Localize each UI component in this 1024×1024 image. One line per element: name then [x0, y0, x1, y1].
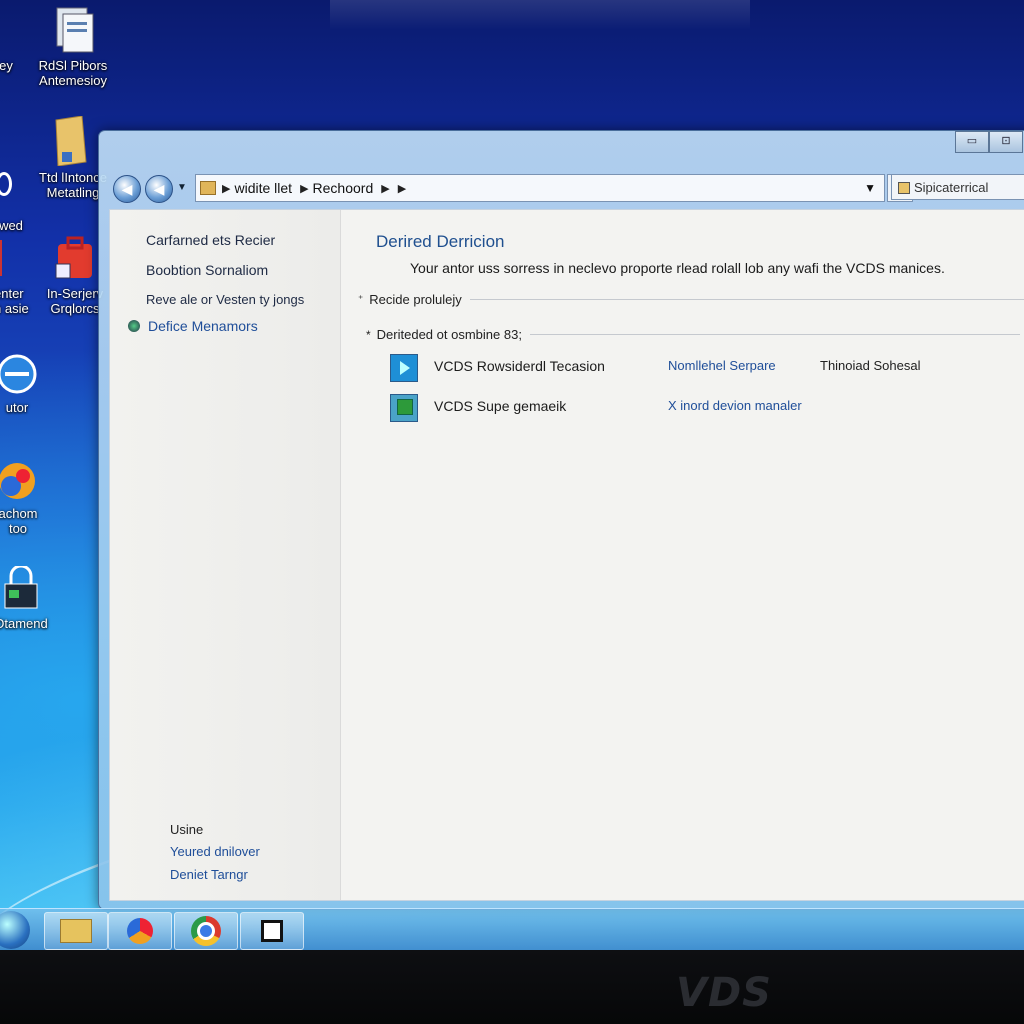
- taskbar-app[interactable]: [240, 912, 304, 950]
- expand-icon: ⁺: [358, 294, 364, 305]
- page-title: Derired Derricion: [376, 232, 505, 251]
- breadcrumb-arrow-icon[interactable]: ▶: [222, 182, 230, 195]
- item-link[interactable]: Nomllehel Serpare: [668, 358, 776, 373]
- list-item[interactable]: VCDS Supe gemaeik X inord devion manaler: [390, 392, 1024, 422]
- group-label: Recide prolulejy: [369, 292, 462, 307]
- divider: [529, 334, 1020, 335]
- folder-icon: [55, 116, 87, 166]
- see-also-link[interactable]: Yeured dnilover: [170, 844, 260, 859]
- media-player-icon: [0, 463, 35, 499]
- taskbar: [0, 908, 1024, 950]
- taskbar-chrome[interactable]: [174, 912, 238, 950]
- address-dropdown-icon[interactable]: ▼: [864, 181, 876, 195]
- desktop-icon-media[interactable]: achom too: [0, 460, 44, 536]
- recent-pages-icon[interactable]: ▼: [177, 175, 187, 203]
- task-pane: Carfarned ets Recier Boobtion Sornaliom …: [110, 210, 341, 900]
- minimize-button[interactable]: ▭: [955, 131, 989, 153]
- start-orb-icon[interactable]: [0, 911, 30, 949]
- close-button[interactable]: ⊡: [989, 131, 1023, 153]
- search-icon: [898, 182, 910, 194]
- taskbar-explorer[interactable]: [44, 912, 108, 950]
- address-bar[interactable]: ▶ widite llet ▶ Rechoord ▶ ▶ ▼: [195, 174, 885, 202]
- task-link[interactable]: Boobtion Sornaliom: [146, 262, 268, 278]
- item-name: VCDS Rowsiderdl Tecasion: [434, 358, 605, 374]
- task-link-device-managers[interactable]: Defice Menamors: [128, 318, 258, 334]
- main-pane: Derired Derricion Your antor uss sorress…: [342, 210, 1024, 900]
- edge-icon: [0, 240, 2, 276]
- internet-explorer-icon: [0, 354, 37, 394]
- explorer-window: ▭ ⊡ ◀ ◀ ▼ ▶ widite llet ▶ Rechoord ▶ ▶ ▼…: [98, 130, 1024, 910]
- window-content: Carfarned ets Recier Boobtion Sornaliom …: [109, 209, 1024, 901]
- screen-glare: [330, 0, 750, 30]
- explorer-icon: [60, 919, 92, 943]
- search-input[interactable]: Sipicaterrical: [891, 174, 1024, 200]
- breadcrumb-arrow-icon[interactable]: ▶: [300, 182, 308, 195]
- see-also-heading: Usine: [170, 822, 204, 837]
- group-label: Deriteded ot osmbine 83;: [376, 327, 522, 342]
- red-package-icon: [55, 236, 92, 279]
- network-lock-icon: [4, 566, 38, 609]
- desktop-icon-network[interactable]: Otamend: [0, 566, 52, 631]
- monitor-bezel: [0, 950, 1024, 1024]
- desktop-icon-rdsl[interactable]: RdSl Pibors Antemesioy: [28, 4, 118, 88]
- app-window-icon: [261, 920, 283, 942]
- item-link[interactable]: X inord devion manaler: [668, 398, 802, 413]
- see-also-link[interactable]: Deniet Tarngr: [170, 867, 248, 882]
- desktop-edge-label: wed: [0, 172, 26, 233]
- desktop: ey wed enter n asie RdSl Pibors Antemesi…: [0, 0, 1024, 950]
- window-controls: ▭ ⊡: [955, 131, 1023, 153]
- chrome-icon: [191, 916, 221, 946]
- desktop-edge-label[interactable]: enter n asie: [0, 240, 30, 316]
- item-name: VCDS Supe gemaeik: [434, 398, 567, 414]
- collapse-icon: *: [366, 327, 371, 342]
- desktop-edge-label: ey: [0, 58, 13, 73]
- task-link-label: Defice Menamors: [148, 318, 258, 334]
- taskbar-media[interactable]: [108, 912, 172, 950]
- task-link[interactable]: Carfarned ets Recier: [146, 232, 275, 248]
- page-description: Your antor uss sorress in neclevo propor…: [410, 260, 945, 276]
- play-app-icon: [390, 354, 418, 382]
- chip-app-icon: [390, 394, 418, 422]
- folder-icon: [200, 181, 216, 195]
- forward-button[interactable]: ◀: [145, 175, 173, 203]
- edge-icon: [0, 172, 12, 196]
- item-detail: Thinoiad Sohesal: [820, 358, 921, 373]
- group-header[interactable]: ⁺ Recide prolulejy: [358, 292, 1024, 307]
- task-link[interactable]: Reve ale or Vesten ty jongs: [146, 292, 304, 307]
- search-placeholder: Sipicaterrical: [914, 180, 989, 195]
- globe-icon: [128, 320, 140, 332]
- group-header[interactable]: * Deriteded ot osmbine 83;: [366, 327, 1020, 342]
- divider: [469, 299, 1024, 300]
- list-item[interactable]: VCDS Rowsiderdl Tecasion Nomllehel Serpa…: [390, 352, 1024, 382]
- monitor-brand-logo: VDS: [676, 970, 772, 1016]
- breadcrumb-arrow-icon[interactable]: ▶: [398, 182, 406, 195]
- breadcrumb-item[interactable]: widite llet: [230, 180, 300, 196]
- breadcrumb-arrow-icon[interactable]: ▶: [381, 182, 389, 195]
- navigation-buttons: ◀ ◀ ▼: [113, 175, 187, 203]
- document-stack-icon: [56, 7, 94, 53]
- desktop-icon-ie[interactable]: utor: [0, 352, 42, 415]
- breadcrumb-item[interactable]: Rechoord: [309, 180, 382, 196]
- media-icon: [127, 918, 153, 944]
- back-button[interactable]: ◀: [113, 175, 141, 203]
